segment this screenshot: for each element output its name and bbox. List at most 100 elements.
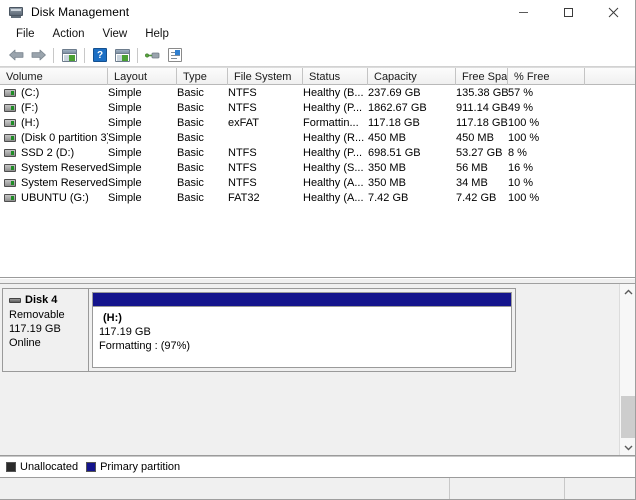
disk-icon <box>9 297 21 303</box>
cell-file-system: NTFS <box>228 161 257 174</box>
show-hide-console-tree-icon[interactable] <box>58 45 80 66</box>
cell-volume-label: UBUNTU (G:) <box>21 191 89 204</box>
toolbar: ? <box>0 44 635 67</box>
status-segment-two <box>450 478 565 499</box>
cell-type: Basic <box>177 176 204 189</box>
disk-info-box[interactable]: Disk 4 Removable 117.19 GB Online <box>2 288 88 372</box>
cell-status: Healthy (P... <box>303 146 363 159</box>
cell-free-space: 7.42 GB <box>456 191 497 204</box>
partition-status: Formatting : (97%) <box>99 340 191 352</box>
table-row[interactable]: System Reserved Simple Basic NTFS Healthy (S… <box>0 160 635 175</box>
disk-name: Disk 4 <box>25 294 58 306</box>
legend-bar: Unallocated Primary partition <box>0 456 635 478</box>
cell-layout: Simple <box>108 146 142 159</box>
menu-item-action[interactable]: Action <box>44 26 94 43</box>
drive-icon <box>4 103 16 112</box>
disk-management-icon <box>8 4 24 20</box>
cell-layout: Simple <box>108 116 142 129</box>
minimize-button[interactable] <box>501 0 546 24</box>
menu-item-help[interactable]: Help <box>136 26 178 43</box>
disk-partitions-area: (H:) 117.19 GB Formatting : (97%) <box>88 288 516 372</box>
help-icon[interactable]: ? <box>89 45 111 66</box>
show-hide-action-pane-icon[interactable] <box>111 45 133 66</box>
table-row[interactable]: System Reserved (...Simple Basic NTFS Healt… <box>0 175 635 190</box>
cell-status: Formattin... <box>303 116 359 129</box>
column-header-capacity[interactable]: Capacity <box>368 68 456 85</box>
drive-icon <box>4 88 16 97</box>
column-header-layout[interactable]: Layout <box>108 68 177 85</box>
cell-percent-free: 57 % <box>508 86 534 99</box>
status-segment-three <box>565 478 635 499</box>
disk-state: Online <box>9 337 41 349</box>
close-button[interactable] <box>591 0 635 24</box>
column-header-percent-free[interactable]: % Free <box>508 68 585 85</box>
cell-volume-label: (F:) <box>21 101 39 114</box>
properties-icon[interactable] <box>164 45 186 66</box>
maximize-button[interactable] <box>546 0 591 24</box>
column-header-type[interactable]: Type <box>177 68 228 85</box>
table-row[interactable]: UBUNTU (G:) Simple Basic FAT32 Healthy (A...… <box>0 190 635 205</box>
table-row[interactable]: (C:) Simple Basic NTFS Healthy (B... 237.69 G… <box>0 85 635 100</box>
toolbar-separator <box>53 47 54 63</box>
disk-panel-scrollbar[interactable] <box>619 284 635 455</box>
window-controls <box>501 0 635 24</box>
partition-block-h[interactable]: (H:) 117.19 GB Formatting : (97%) <box>92 292 512 368</box>
column-header-free-space[interactable]: Free Spa... <box>456 68 508 85</box>
status-segment-main <box>0 478 450 499</box>
disk-management-window: Disk Management File Action View Help ? … <box>0 0 636 500</box>
cell-status: Healthy (P... <box>303 101 363 114</box>
cell-file-system: NTFS <box>228 101 257 114</box>
cell-percent-free: 8 % <box>508 146 527 159</box>
legend-swatch-unallocated <box>6 462 16 472</box>
table-row[interactable]: (F:) Simple Basic NTFS Healthy (P... 1862.67 … <box>0 100 635 115</box>
volume-list-header: Volume Layout Type File System Status Ca… <box>0 67 635 85</box>
cell-type: Basic <box>177 116 204 129</box>
cell-type: Basic <box>177 101 204 114</box>
cell-volume: System Reserved (... <box>0 175 108 190</box>
cell-volume: System Reserved <box>0 160 108 175</box>
legend-label-primary-partition: Primary partition <box>100 461 181 473</box>
cell-volume-label: System Reserved <box>21 161 108 174</box>
cell-percent-free: 100 % <box>508 191 540 204</box>
cell-volume: SSD 2 (D:) <box>0 145 108 160</box>
cell-free-space: 450 MB <box>456 131 494 144</box>
scrollbar-thumb[interactable] <box>621 396 635 438</box>
menu-item-view[interactable]: View <box>94 26 137 43</box>
table-row[interactable]: (Disk 0 partition 3) Simple Basic Healthy (… <box>0 130 635 145</box>
disk-title: Disk 4 <box>9 294 88 306</box>
forward-arrow-icon[interactable] <box>27 45 49 66</box>
table-row[interactable]: SSD 2 (D:) Simple Basic NTFS Healthy (P... 69… <box>0 145 635 160</box>
cell-layout: Simple <box>108 161 142 174</box>
disk-size: 117.19 GB <box>9 323 61 335</box>
cell-percent-free: 100 % <box>508 116 540 129</box>
menu-item-file[interactable]: File <box>7 26 44 43</box>
scroll-up-arrow-icon[interactable] <box>620 284 635 301</box>
column-header-status[interactable]: Status <box>303 68 368 85</box>
cell-volume-label: SSD 2 (D:) <box>21 146 75 159</box>
column-header-file-system[interactable]: File System <box>228 68 303 85</box>
cell-type: Basic <box>177 146 204 159</box>
cell-capacity: 1862.67 GB <box>368 101 427 114</box>
legend-label-unallocated: Unallocated <box>20 461 79 473</box>
cell-type: Basic <box>177 86 204 99</box>
legend-item-unallocated: Unallocated <box>6 461 78 473</box>
menu-bar: File Action View Help <box>0 24 635 44</box>
back-arrow-icon[interactable] <box>5 45 27 66</box>
table-row[interactable]: (H:) Simple Basic exFAT Formattin... 117.18 G… <box>0 115 635 130</box>
scroll-down-arrow-icon[interactable] <box>620 439 635 455</box>
cell-capacity: 350 MB <box>368 176 406 189</box>
status-bar <box>0 478 635 499</box>
cell-free-space: 56 MB <box>456 161 488 174</box>
cell-status: Healthy (A... <box>303 191 364 204</box>
cell-layout: Simple <box>108 176 142 189</box>
cell-free-space: 117.18 GB <box>456 116 508 129</box>
column-header-blank[interactable] <box>585 68 635 85</box>
rescan-disks-icon[interactable] <box>142 45 164 66</box>
cell-free-space: 53.27 GB <box>456 146 503 159</box>
column-header-volume[interactable]: Volume <box>0 68 108 85</box>
cell-status: Healthy (R... <box>303 131 365 144</box>
drive-icon <box>4 163 16 172</box>
cell-file-system <box>228 130 303 145</box>
cell-capacity: 117.18 GB <box>368 116 420 129</box>
partition-label: (H:) <box>103 312 122 324</box>
